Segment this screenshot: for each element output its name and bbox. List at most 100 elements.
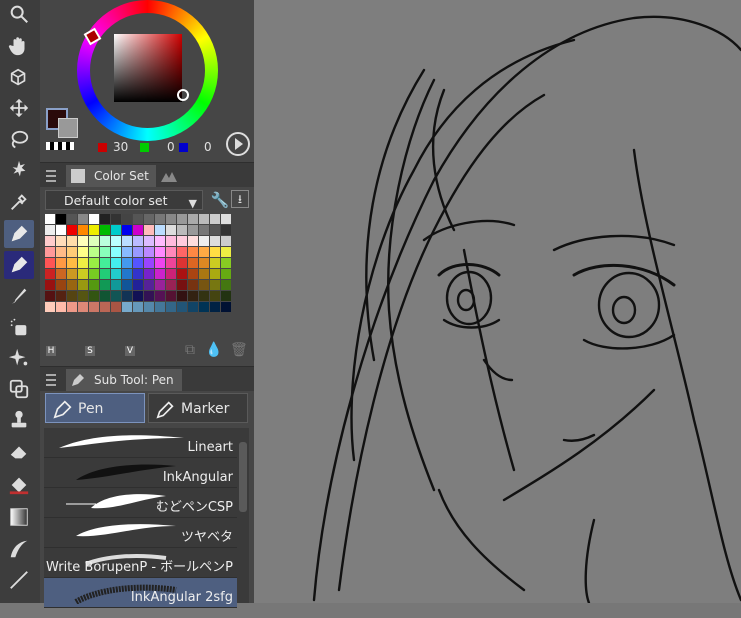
color-swatch[interactable] <box>177 214 187 224</box>
color-swatch[interactable] <box>56 214 66 224</box>
color-swatch[interactable] <box>221 291 231 301</box>
color-swatch[interactable] <box>45 291 55 301</box>
color-swatch[interactable] <box>89 280 99 290</box>
color-swatch[interactable] <box>67 214 77 224</box>
color-swatch[interactable] <box>177 280 187 290</box>
color-swatch[interactable] <box>166 291 176 301</box>
color-swatch[interactable] <box>100 302 110 312</box>
color-swatch[interactable] <box>166 280 176 290</box>
sub-tool-group-pen[interactable]: Pen <box>45 393 145 423</box>
color-swatch[interactable] <box>56 302 66 312</box>
color-swatch[interactable] <box>56 269 66 279</box>
color-swatch[interactable] <box>89 291 99 301</box>
trash-icon[interactable]: 🗑 <box>230 342 248 358</box>
color-swatch[interactable] <box>166 214 176 224</box>
color-swatch[interactable] <box>122 236 132 246</box>
color-swatch[interactable] <box>133 269 143 279</box>
airbrush-icon[interactable] <box>4 313 34 341</box>
color-swatch[interactable] <box>78 214 88 224</box>
list-item[interactable]: ツヤベタ <box>44 518 237 548</box>
color-swatch[interactable] <box>177 291 187 301</box>
tab-sub-tool[interactable]: Sub Tool: Pen <box>66 369 182 391</box>
color-swatch[interactable] <box>155 269 165 279</box>
pencil-icon[interactable] <box>4 251 34 279</box>
color-swatch[interactable] <box>144 302 154 312</box>
fill-icon[interactable] <box>4 471 34 499</box>
figure-icon[interactable] <box>4 535 34 563</box>
color-swatch[interactable] <box>133 302 143 312</box>
color-swatch[interactable] <box>100 236 110 246</box>
color-swatch[interactable] <box>221 269 231 279</box>
color-swatch[interactable] <box>177 269 187 279</box>
color-swatch[interactable] <box>221 225 231 235</box>
gradient-icon[interactable] <box>4 503 34 531</box>
color-swatch[interactable] <box>199 269 209 279</box>
color-swatch[interactable] <box>78 302 88 312</box>
color-swatch[interactable] <box>210 225 220 235</box>
move-icon[interactable] <box>4 94 34 122</box>
color-swatch[interactable] <box>45 302 55 312</box>
blend-icon[interactable] <box>4 375 34 403</box>
color-swatch[interactable] <box>67 236 77 246</box>
list-item[interactable]: Write BorupenP - ボールペンP <box>44 548 237 578</box>
color-swatch[interactable] <box>111 269 121 279</box>
color-swatch[interactable] <box>67 247 77 257</box>
color-swatch[interactable] <box>122 258 132 268</box>
color-swatch[interactable] <box>199 302 209 312</box>
color-swatch[interactable] <box>210 247 220 257</box>
lasso-icon[interactable] <box>4 126 34 154</box>
color-swatch[interactable] <box>188 302 198 312</box>
object-icon[interactable] <box>4 64 34 92</box>
color-swatch[interactable] <box>100 247 110 257</box>
magnifier-icon[interactable] <box>4 0 34 28</box>
color-swatch[interactable] <box>67 280 77 290</box>
color-swatch[interactable] <box>111 236 121 246</box>
color-swatch[interactable] <box>45 280 55 290</box>
color-swatch[interactable] <box>67 258 77 268</box>
color-swatch[interactable] <box>144 258 154 268</box>
color-swatch[interactable] <box>89 302 99 312</box>
color-swatch[interactable] <box>133 291 143 301</box>
color-swatch[interactable] <box>56 247 66 257</box>
color-swatch[interactable] <box>111 214 121 224</box>
color-slider-toggle-button[interactable] <box>226 132 250 156</box>
color-swatch[interactable] <box>45 214 55 224</box>
color-swatch[interactable] <box>133 280 143 290</box>
color-swatch[interactable] <box>133 247 143 257</box>
color-swatch[interactable] <box>166 258 176 268</box>
color-swatch[interactable] <box>210 280 220 290</box>
color-swatch[interactable] <box>210 236 220 246</box>
color-swatch[interactable] <box>122 302 132 312</box>
color-swatch[interactable] <box>221 302 231 312</box>
color-swatch[interactable] <box>177 247 187 257</box>
scrollbar-thumb[interactable] <box>239 442 247 512</box>
color-swatch[interactable] <box>221 258 231 268</box>
color-swatch[interactable] <box>78 236 88 246</box>
brush-icon[interactable] <box>4 282 34 310</box>
eraser-icon[interactable] <box>4 438 34 466</box>
color-swatch[interactable] <box>78 269 88 279</box>
color-swatch[interactable] <box>78 280 88 290</box>
color-swatch[interactable] <box>221 247 231 257</box>
sub-color-swatch[interactable] <box>58 118 78 138</box>
color-swatch[interactable] <box>56 291 66 301</box>
sv-marker[interactable] <box>177 89 189 101</box>
color-swatch[interactable] <box>144 247 154 257</box>
color-swatch[interactable] <box>133 236 143 246</box>
color-swatch[interactable] <box>155 225 165 235</box>
color-swatch[interactable] <box>89 236 99 246</box>
color-swatch[interactable] <box>166 269 176 279</box>
color-swatch[interactable] <box>155 214 165 224</box>
color-swatch[interactable] <box>111 280 121 290</box>
color-swatch[interactable] <box>144 280 154 290</box>
color-swatch[interactable] <box>45 258 55 268</box>
color-swatch[interactable] <box>155 247 165 257</box>
color-swatch[interactable] <box>177 302 187 312</box>
color-swatch[interactable] <box>199 280 209 290</box>
color-swatch[interactable] <box>144 269 154 279</box>
color-swatch[interactable] <box>155 280 165 290</box>
color-swatch[interactable] <box>199 291 209 301</box>
color-swatch[interactable] <box>210 269 220 279</box>
color-swatch[interactable] <box>67 291 77 301</box>
color-swatch[interactable] <box>111 258 121 268</box>
